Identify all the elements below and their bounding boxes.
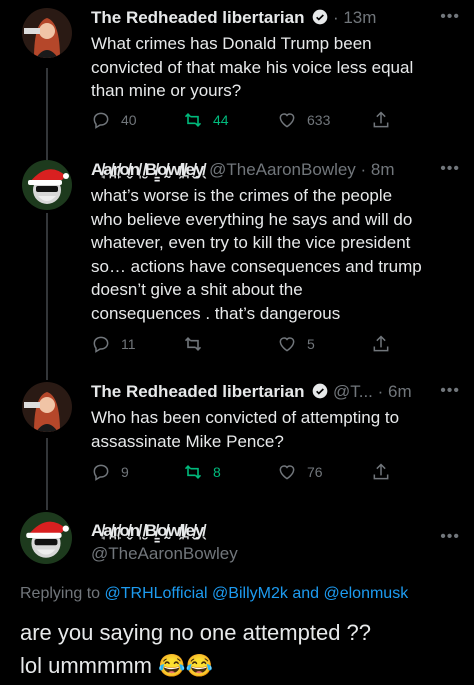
tweet-text: what’s worse is the crimes of the people…	[91, 186, 422, 323]
retweet-count: 8	[213, 464, 221, 480]
author-name[interactable]: The Redheaded libertarian	[91, 8, 305, 27]
thread-line	[46, 438, 48, 510]
author-handle[interactable]: @T...	[333, 382, 373, 401]
tweet-actions: 40 44 633	[91, 108, 454, 132]
like-button[interactable]: 5	[277, 332, 315, 356]
mention-link[interactable]: @elonmusk	[323, 585, 408, 602]
share-button[interactable]	[371, 460, 391, 484]
heart-icon	[279, 465, 295, 480]
reply-count: 11	[121, 336, 136, 352]
share-button[interactable]	[371, 108, 391, 132]
like-button[interactable]: 633	[277, 108, 330, 132]
retweet-icon	[184, 337, 202, 351]
author-name[interactable]: A̸̘a̸̪r̸̙o̸̬n̸̩ ̸̮B̸̳o̸̰w̸̗l̸̪e̸̬y̸̖	[91, 521, 238, 541]
like-count: 76	[307, 464, 323, 480]
retweet-button[interactable]	[183, 332, 213, 356]
avatar[interactable]	[20, 512, 72, 564]
thread-line	[46, 68, 48, 160]
mention-link[interactable]: @BillyM2k	[212, 585, 288, 602]
thread-line	[46, 213, 48, 380]
more-icon[interactable]: •••	[440, 160, 460, 178]
author-name[interactable]: The Redheaded libertarian	[91, 382, 305, 401]
timestamp[interactable]: · 6m	[378, 382, 412, 401]
tweet-actions: 9 8 76	[91, 460, 454, 484]
tweet-header: The Redheaded libertarian · 13m	[91, 8, 460, 30]
reply-count: 40	[121, 112, 137, 128]
share-icon	[373, 463, 389, 480]
verified-badge-icon	[312, 9, 328, 25]
retweet-icon	[184, 113, 202, 127]
like-button[interactable]: 76	[277, 460, 323, 484]
avatar[interactable]	[22, 382, 72, 432]
heart-icon	[279, 113, 295, 128]
retweet-count: 44	[213, 112, 229, 128]
tweet-actions: 11 5	[91, 332, 454, 356]
reply-button[interactable]: 11	[91, 332, 136, 356]
avatar[interactable]	[22, 160, 72, 210]
verified-badge-icon	[312, 383, 328, 399]
tweet-text: are you saying no one attempted ?? lol u…	[20, 620, 372, 678]
replying-to: Replying to @TRHLofficial @BillyM2k and …	[20, 585, 409, 602]
share-button[interactable]	[371, 332, 391, 356]
reply-button[interactable]: 9	[91, 460, 129, 484]
share-icon	[373, 335, 389, 352]
share-icon	[373, 111, 389, 128]
like-count: 633	[307, 112, 331, 128]
tweet-text: What crimes has Donald Trump been convic…	[91, 34, 414, 100]
retweet-button[interactable]: 8	[183, 460, 221, 484]
mention-link[interactable]: and	[292, 585, 319, 602]
like-count: 5	[307, 336, 315, 352]
more-icon[interactable]: •••	[440, 382, 460, 400]
heart-icon	[279, 337, 295, 352]
tweet-header: A̸̘a̸̪r̸̙o̸̬n̸̩ ̸̮B̸̳o̸̰w̸̗l̸̪e̸̬y̸̖ @Th…	[91, 160, 460, 182]
reply-button[interactable]: 40	[91, 108, 137, 132]
retweet-icon	[184, 465, 202, 479]
reply-count: 9	[121, 464, 129, 480]
avatar[interactable]	[22, 8, 72, 58]
more-icon[interactable]: •••	[440, 528, 460, 546]
mention-link[interactable]: @TRHLofficial	[105, 585, 208, 602]
reply-icon	[93, 336, 109, 353]
more-icon[interactable]: •••	[440, 8, 460, 26]
author-handle[interactable]: @TheAaronBowley	[91, 544, 238, 564]
author-name[interactable]: A̸̘a̸̪r̸̙o̸̬n̸̩ ̸̮B̸̳o̸̰w̸̗l̸̪e̸̬y̸̖	[91, 160, 204, 179]
retweet-button[interactable]: 44	[183, 108, 229, 132]
author-handle[interactable]: @TheAaronBowley · 8m	[209, 160, 394, 179]
reply-icon	[93, 112, 109, 129]
tweet-header: The Redheaded libertarian @T... · 6m	[91, 382, 460, 404]
timestamp[interactable]: · 13m	[333, 8, 376, 27]
tweet-text: Who has been convicted of attempting to …	[91, 408, 400, 451]
reply-icon	[93, 464, 109, 481]
